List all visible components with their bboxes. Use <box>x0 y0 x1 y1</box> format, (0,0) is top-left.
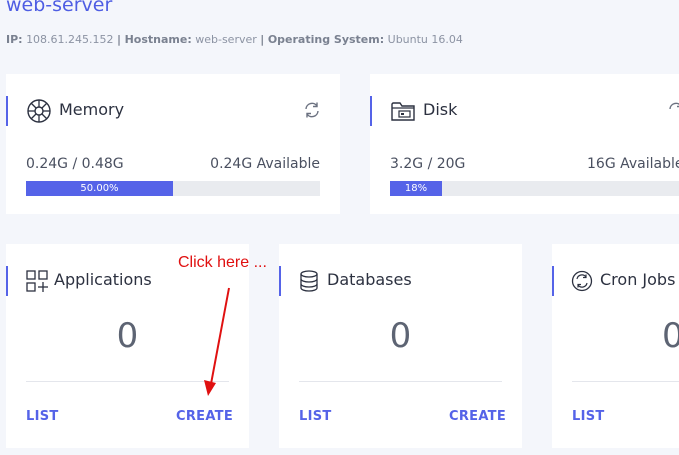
card-divider <box>299 381 502 382</box>
annotation-arrow-icon <box>204 287 230 396</box>
card-accent <box>370 96 372 126</box>
card-accent <box>552 266 554 296</box>
server-meta: IP: 108.61.245.152 | Hostname: web-serve… <box>6 33 463 46</box>
memory-chip-icon <box>27 99 51 123</box>
cron-jobs-title: Cron Jobs <box>600 270 676 289</box>
meta-separator: | <box>260 33 265 46</box>
memory-title: Memory <box>59 100 125 119</box>
card-divider <box>572 381 679 382</box>
databases-title: Databases <box>327 270 412 289</box>
hostname-value: web-server <box>195 33 257 46</box>
apps-grid-plus-icon <box>26 270 48 292</box>
card-accent <box>279 266 281 296</box>
hostname-label: Hostname: <box>124 33 192 46</box>
meta-separator: | <box>117 33 122 46</box>
refresh-icon[interactable] <box>667 101 679 119</box>
applications-list-link[interactable]: LIST <box>26 409 59 424</box>
server-name: web-server <box>6 0 113 16</box>
memory-used: 0.24G / 0.48G <box>26 156 124 172</box>
databases-create-link[interactable]: CREATE <box>449 409 506 424</box>
memory-progress-fill: 50.00% <box>26 181 173 196</box>
folder-drive-icon <box>391 102 415 121</box>
os-value: Ubuntu 16.04 <box>387 33 463 46</box>
databases-card: Databases 0 LIST CREATE <box>279 244 522 448</box>
disk-progress-bar: 18% <box>390 181 679 196</box>
cron-jobs-count: 0 <box>662 316 679 356</box>
disk-available: 16G Available <box>587 156 679 172</box>
refresh-icon[interactable] <box>303 101 321 119</box>
click-here-annotation: Click here ... <box>178 254 267 271</box>
database-icon <box>300 270 318 292</box>
card-accent <box>6 266 8 296</box>
memory-card: Memory 0.24G / 0.48G 0.24G Available 50.… <box>6 74 340 214</box>
os-label: Operating System: <box>267 33 385 46</box>
memory-available: 0.24G Available <box>210 156 320 172</box>
applications-title: Applications <box>54 270 152 289</box>
applications-create-link[interactable]: CREATE <box>176 409 233 424</box>
ip-value: 108.61.245.152 <box>26 33 114 46</box>
disk-used: 3.2G / 20G <box>390 156 466 172</box>
databases-count: 0 <box>389 316 412 356</box>
card-accent <box>6 96 8 126</box>
disk-card: Disk 3.2G / 20G 16G Available 18% <box>370 74 679 214</box>
memory-progress-bar: 50.00% <box>26 181 320 196</box>
cron-cycle-icon <box>571 270 593 292</box>
disk-progress-fill: 18% <box>390 181 443 196</box>
disk-title: Disk <box>423 100 458 119</box>
cron-jobs-card: Cron Jobs 0 LIST <box>552 244 679 448</box>
ip-label: IP: <box>6 33 23 46</box>
databases-list-link[interactable]: LIST <box>299 409 332 424</box>
cron-jobs-list-link[interactable]: LIST <box>572 409 605 424</box>
